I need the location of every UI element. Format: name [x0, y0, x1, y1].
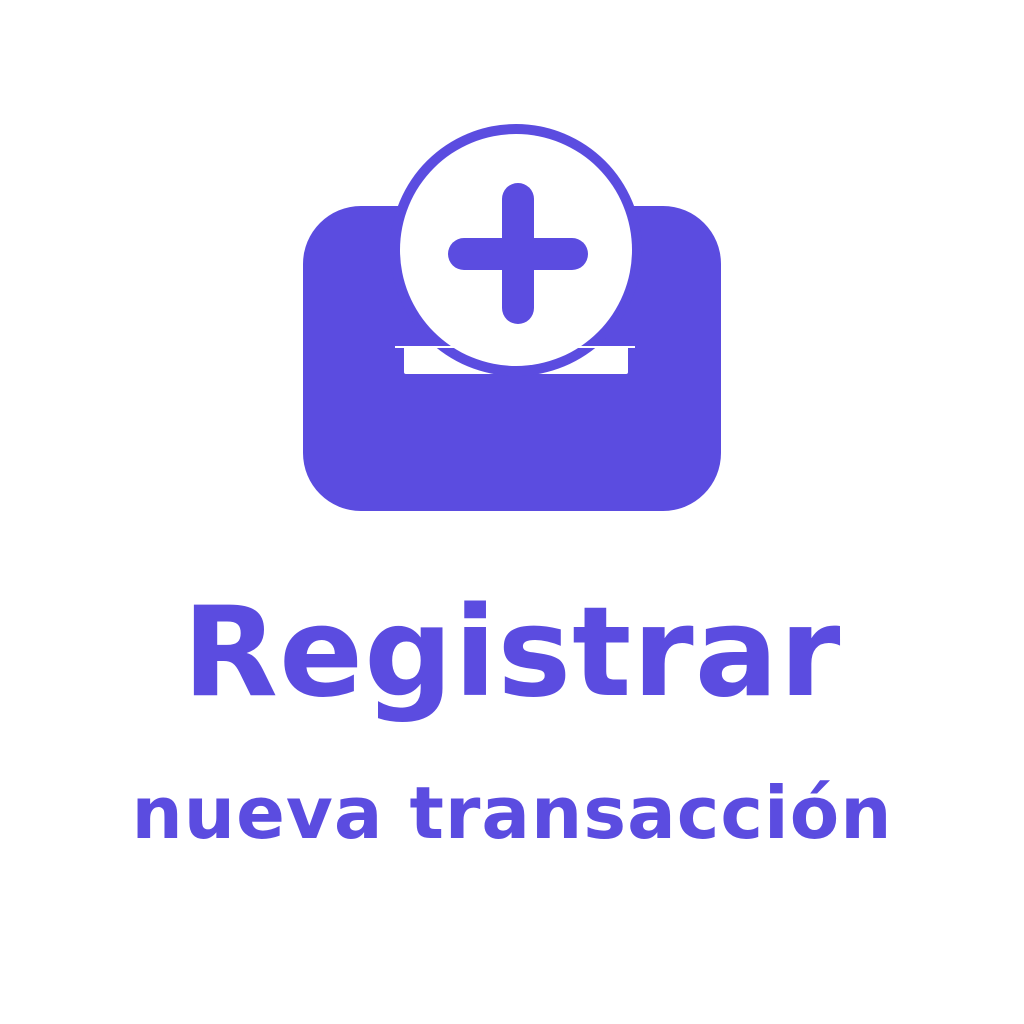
title: Registrar [182, 581, 842, 725]
add-transaction-tile[interactable]: Registrar nueva transacción [0, 0, 1024, 1024]
plus-horizontal [448, 238, 588, 270]
subtitle: nueva transacción [131, 771, 893, 855]
wallet-add-icon [0, 0, 1024, 560]
